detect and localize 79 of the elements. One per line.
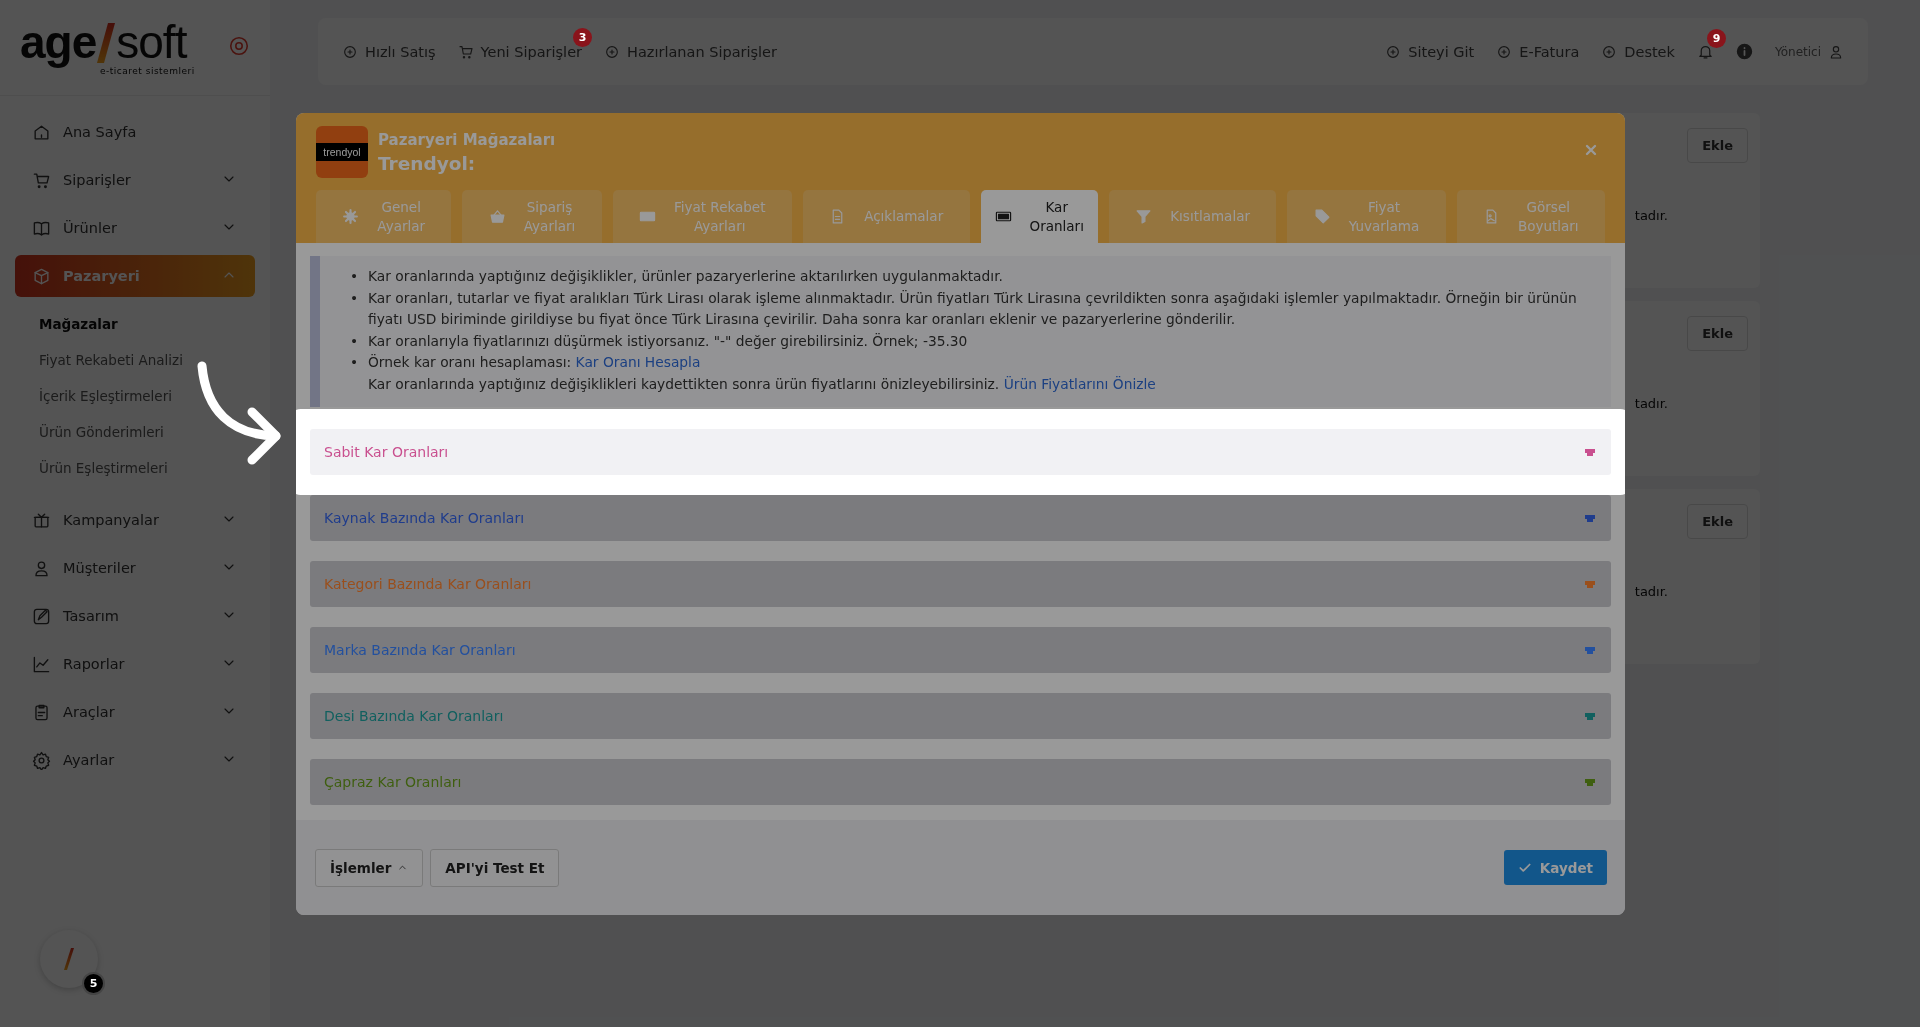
chart-icon <box>32 654 51 674</box>
action-button[interactable]: İşlemler <box>315 848 424 887</box>
user-icon <box>1828 43 1844 60</box>
info-text: Kar oranlarıyla fiyatlarınızı düşürmek istiyorsanız. "-" değer girebilirsiniz. Örnek; -35.30 <box>368 331 968 351</box>
tab[interactable]: Kar Oranları <box>980 190 1098 243</box>
nav-link[interactable]: E-Fatura <box>1496 43 1580 60</box>
logo-slash-icon <box>96 21 117 65</box>
logo-tagline: e-ticaret sistemleri <box>100 66 195 76</box>
slash-icon <box>63 947 75 971</box>
nav-link[interactable]: Siteyi Git <box>1385 43 1475 60</box>
submenu-item[interactable]: Ürün Gönderimleri <box>39 414 255 450</box>
add-button[interactable]: Ekle <box>1687 504 1748 539</box>
tab[interactable]: Görsel Boyutları <box>1456 190 1605 243</box>
accordion-header[interactable]: Desi Bazında Kar Oranları <box>310 693 1611 739</box>
submenu-item[interactable]: Mağazalar <box>39 306 255 342</box>
logo-text: soft <box>116 19 187 65</box>
sidebar-item[interactable]: Kampanyalar <box>15 496 255 544</box>
link[interactable]: Kar Oranı Hesapla <box>575 354 701 370</box>
tab[interactable]: Sipariş Ayarları <box>462 190 602 243</box>
clipboard-icon <box>32 702 51 722</box>
store-logo: trendyol <box>316 126 368 178</box>
cart-icon <box>457 43 474 60</box>
card-text: tadır. <box>1634 584 1668 599</box>
sidebar-item[interactable]: Ayarlar <box>15 736 255 784</box>
modal-subtitle: Trendyol: <box>378 152 477 174</box>
cart-icon <box>32 170 51 190</box>
sidebar-item[interactable]: Ürünler <box>15 204 255 252</box>
info-text: Kar oranları, tutarlar ve fiyat aralıkları Türk Lirası olarak işleme alınmaktadır. Ürün fiyatları Türk Lirasına çevrildikten sonra aşağıdaki işlemler yapılmaktadır. Örneğin bir ürünün fiyatı USD biriminde girildiyse bu fiyat önce Türk Lirasına çevirilir. Daha sonra kar oranları eklenir ve pazaryerlerine gönderilir. <box>368 288 1578 329</box>
pencil-icon <box>32 606 51 626</box>
tags-icon <box>1313 208 1331 225</box>
accordion-header[interactable]: Kaynak Bazında Kar Oranları <box>310 495 1611 541</box>
nav-link[interactable]: Hazırlanan Siparişler <box>604 43 777 60</box>
user-icon <box>32 558 51 578</box>
sidebar-item[interactable]: Müşteriler <box>15 544 255 592</box>
close-icon <box>1583 142 1599 158</box>
submenu-item[interactable]: Ürün Eşleştirmeleri <box>39 450 255 486</box>
bullet-mark: • <box>350 288 358 308</box>
sidebar-item[interactable]: Araçlar <box>15 688 255 736</box>
card-text: tadır. <box>1634 208 1668 223</box>
tab[interactable]: Açıklamalar <box>802 190 970 243</box>
submenu-item[interactable]: İçerik Eşleştirmeleri <box>39 378 255 414</box>
sidebar-item[interactable]: Siparişler <box>15 156 255 204</box>
accordion-header[interactable]: Çapraz Kar Oranları <box>310 759 1611 805</box>
count-badge: 3 <box>573 27 593 47</box>
action-button[interactable]: API'yi Test Et <box>430 848 560 887</box>
info-text: Örnek kar oranı hesaplaması: Kar Oranı Hesapla <box>368 353 702 372</box>
tab[interactable]: Kısıtlamalar <box>1108 190 1277 243</box>
nav-link[interactable]: Hızlı Satış <box>342 43 436 60</box>
filter-icon <box>1135 208 1153 225</box>
count-badge: 9 <box>1706 29 1726 48</box>
add-button[interactable]: Ekle <box>1687 128 1748 163</box>
sidebar-item[interactable]: Ana Sayfa <box>15 108 255 156</box>
accordion-header[interactable]: Kategori Bazında Kar Oranları <box>310 561 1611 607</box>
save-button[interactable]: Kaydet <box>1503 850 1607 885</box>
add-button[interactable]: Ekle <box>1687 316 1748 351</box>
bullet-mark: • <box>350 331 358 351</box>
submenu-item[interactable]: Fiyat Rekabeti Analizi <box>39 342 255 378</box>
box-icon <box>32 266 51 286</box>
tab[interactable]: Fiyat Yuvarlama <box>1287 190 1446 243</box>
info-icon <box>1735 43 1753 60</box>
basket-icon <box>488 208 506 225</box>
tab[interactable]: Genel Ayarlar <box>316 190 452 243</box>
nav-link[interactable]: Destek <box>1601 43 1675 60</box>
sidebar-item[interactable]: Raporlar <box>15 640 255 688</box>
sidebar-item[interactable]: Tasarım <box>15 592 255 640</box>
gift-icon <box>32 510 51 530</box>
card-text: tadır. <box>1634 396 1668 411</box>
accordion-header[interactable]: Marka Bazında Kar Oranları <box>310 627 1611 673</box>
link[interactable]: Ürün Fiyatlarını Önizle <box>1003 375 1156 392</box>
bell-icon <box>1696 43 1714 60</box>
info-text: Kar oranlarında yaptığınız değişiklikleri kaydettikten sonra ürün fiyatlarını önizleyebilirsiniz. Ürün Fiyatlarını Önizle <box>368 374 1156 394</box>
target-icon <box>228 35 250 57</box>
modal-title: Pazaryeri Mağazaları <box>378 130 556 149</box>
info-text: Kar oranlarında yaptığınız değişiklikler, ürünler pazaryerlerine aktarılırken uygulanmaktadır. <box>368 267 1003 286</box>
bullet-mark: • <box>350 353 358 372</box>
tab[interactable]: Fiyat Rekabet Ayarları <box>612 190 792 243</box>
sidebar-item[interactable]: Pazaryeri <box>15 255 255 297</box>
home-icon <box>32 122 51 142</box>
bullet-mark: • <box>350 267 358 286</box>
